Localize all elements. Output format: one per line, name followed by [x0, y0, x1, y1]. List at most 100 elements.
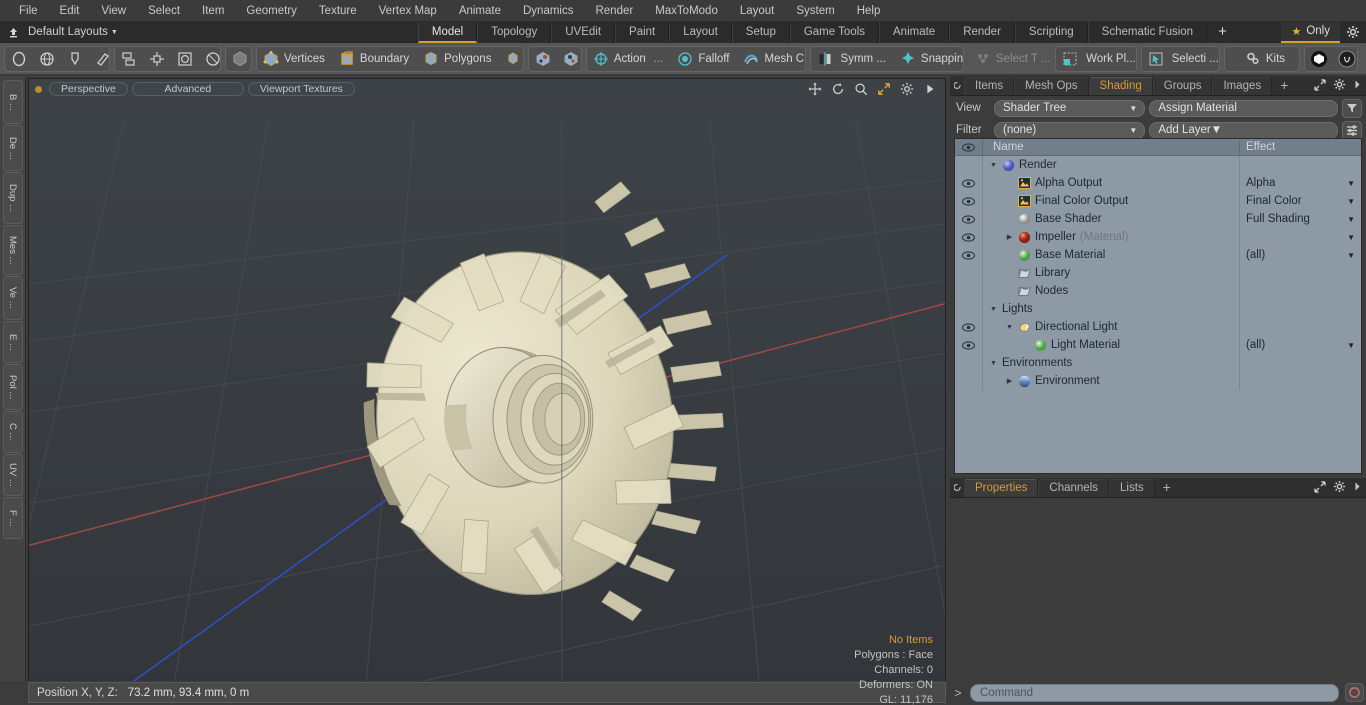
visibility-toggle-icon[interactable]	[955, 228, 983, 246]
expand-icon[interactable]	[877, 82, 891, 96]
tab-scripting[interactable]: Scripting	[1014, 21, 1088, 43]
shader-tree-row[interactable]: Alpha Output Alpha ▼	[955, 174, 1361, 192]
play-icon[interactable]	[923, 82, 937, 96]
chevron-right-icon[interactable]	[1353, 481, 1362, 492]
chevron-down-icon[interactable]: ▼	[111, 29, 118, 36]
menu-item-select[interactable]: Select	[137, 0, 191, 22]
move-icon[interactable]	[808, 82, 822, 96]
viewport-canvas[interactable]: X Y Z	[29, 79, 945, 705]
snapping-button[interactable]: Snapping	[894, 47, 963, 71]
menu-item-help[interactable]: Help	[846, 0, 892, 22]
shader-tree-row[interactable]: ▼ Environments	[955, 354, 1361, 372]
materials-mode-icon[interactable]	[499, 47, 523, 71]
tab-render[interactable]: Render	[949, 21, 1015, 43]
globe-select-icon[interactable]	[33, 47, 61, 71]
visibility-toggle-icon[interactable]	[955, 246, 983, 264]
visibility-toggle-icon[interactable]	[955, 210, 983, 228]
sidebar-item-fusion[interactable]: F ...	[2, 497, 23, 539]
chevron-down-icon[interactable]: ▼	[989, 162, 998, 169]
tab-properties[interactable]: Properties	[964, 479, 1039, 497]
menu-item-system[interactable]: System	[785, 0, 845, 22]
rotate-icon[interactable]	[831, 82, 845, 96]
menu-item-render[interactable]: Render	[584, 0, 644, 22]
visibility-toggle-icon[interactable]	[955, 318, 983, 336]
chevron-down-icon[interactable]: ▼	[989, 306, 998, 313]
shader-tree-row[interactable]: ▶ Environment	[955, 372, 1361, 390]
tab-setup[interactable]: Setup	[731, 21, 790, 43]
assign-material-field[interactable]: Assign Material	[1149, 99, 1338, 117]
chevron-down-icon[interactable]: ▼	[989, 360, 998, 367]
chevron-down-icon[interactable]: ▼	[1347, 197, 1355, 206]
record-circle-icon[interactable]	[1345, 683, 1364, 702]
mesh-constraint-button[interactable]: Mesh C ...	[737, 47, 805, 71]
visibility-toggle-icon[interactable]	[955, 336, 983, 354]
sidebar-item-polygon[interactable]: Pol ...	[2, 364, 23, 410]
zoom-icon[interactable]	[854, 82, 868, 96]
tab-items[interactable]: Items	[964, 77, 1015, 95]
align-icon[interactable]	[115, 47, 143, 71]
shader-tree-row[interactable]: Base Material (all) ▼	[955, 246, 1361, 264]
chevron-down-icon[interactable]: ▼	[1347, 215, 1355, 224]
menu-item-item[interactable]: Item	[191, 0, 235, 22]
viewport-projection-button[interactable]: Perspective	[49, 82, 128, 96]
layout-preset-label[interactable]: Default Layouts	[26, 26, 114, 38]
menu-item-layout[interactable]: Layout	[729, 0, 786, 22]
shader-tree-row-effect[interactable]: Alpha ▼	[1239, 174, 1361, 192]
shader-tree-row[interactable]: ▼ Directional Light	[955, 318, 1361, 336]
tab-shading[interactable]: Shading	[1088, 77, 1153, 95]
menu-item-animate[interactable]: Animate	[448, 0, 512, 22]
tab-schematic-fusion[interactable]: Schematic Fusion	[1087, 21, 1208, 43]
work-plane-button[interactable]: Work Pl...	[1056, 47, 1136, 71]
chevron-right-icon[interactable]: ▶	[1005, 377, 1014, 385]
paint-select-icon[interactable]	[89, 47, 109, 71]
chevron-down-icon[interactable]: ▼	[1347, 233, 1355, 242]
gear-icon[interactable]	[1340, 22, 1366, 43]
menu-item-vertex-map[interactable]: Vertex Map	[368, 0, 448, 22]
chevron-down-icon[interactable]: ▼	[1347, 341, 1355, 350]
add-panel-tab-button[interactable]: +	[1272, 77, 1296, 95]
lasso-select-icon[interactable]	[61, 47, 89, 71]
select-through-button[interactable]: Select T ...	[969, 47, 1050, 71]
tab-layout[interactable]: Layout	[669, 21, 732, 43]
tab-lists[interactable]: Lists	[1109, 479, 1155, 497]
gear-icon[interactable]	[1333, 78, 1346, 91]
items-mode-icon[interactable]	[226, 47, 251, 71]
falloff-button[interactable]: Falloff	[671, 47, 737, 71]
filter-funnel-icon[interactable]	[1342, 98, 1362, 118]
shader-tree-row[interactable]: Final Color Output Final Color ▼	[955, 192, 1361, 210]
sidebar-item-basic[interactable]: B ...	[2, 80, 23, 124]
frame-icon[interactable]	[171, 47, 199, 71]
menu-item-maxtomodo[interactable]: MaxToModo	[644, 0, 729, 22]
symmetry-button[interactable]: Symm ...	[811, 47, 894, 71]
center-icon[interactable]	[143, 47, 171, 71]
only-toggle-button[interactable]: ★ Only	[1281, 21, 1340, 43]
shader-tree-body[interactable]: ▼ Render Alpha Output Alpha ▼ Final Color Out…	[955, 156, 1361, 390]
tab-model[interactable]: Model	[417, 21, 478, 43]
add-tab-button[interactable]: +	[1207, 21, 1238, 43]
expand-icon[interactable]	[1314, 480, 1326, 493]
menu-item-texture[interactable]: Texture	[308, 0, 368, 22]
selection-set-button[interactable]: Selecti ...	[1142, 47, 1219, 71]
ellipse-icon[interactable]	[199, 47, 220, 71]
vertices-mode-button[interactable]: Vertices	[257, 47, 333, 71]
tab-paint[interactable]: Paint	[615, 21, 670, 43]
shader-tree-row[interactable]: Library	[955, 264, 1361, 282]
tab-topology[interactable]: Topology	[477, 21, 552, 43]
select-through-icon[interactable]	[529, 47, 557, 71]
tab-images[interactable]: Images	[1212, 77, 1273, 95]
menu-item-geometry[interactable]: Geometry	[235, 0, 308, 22]
sidebar-item-uv[interactable]: UV ...	[2, 454, 23, 496]
boundary-mode-button[interactable]: Boundary	[333, 47, 417, 71]
tab-mesh-ops[interactable]: Mesh Ops	[1014, 77, 1089, 95]
shader-tree-row[interactable]: ▶ Impeller (Material) ▼	[955, 228, 1361, 246]
tab-uvedit[interactable]: UVEdit	[551, 21, 616, 43]
unreal-logo-icon[interactable]	[1333, 47, 1357, 71]
polygons-mode-button[interactable]: Polygons	[417, 47, 499, 71]
viewport-textures-button[interactable]: Viewport Textures	[247, 82, 355, 96]
gear-icon[interactable]	[1333, 480, 1346, 493]
chevron-down-icon[interactable]: ▼	[1347, 251, 1355, 260]
chevron-down-icon[interactable]: ▼	[1005, 324, 1014, 331]
shader-tree-row-effect[interactable]: Full Shading ▼	[1239, 210, 1361, 228]
sidebar-item-curve[interactable]: C ...	[2, 411, 23, 453]
tab-animate[interactable]: Animate	[879, 21, 950, 43]
